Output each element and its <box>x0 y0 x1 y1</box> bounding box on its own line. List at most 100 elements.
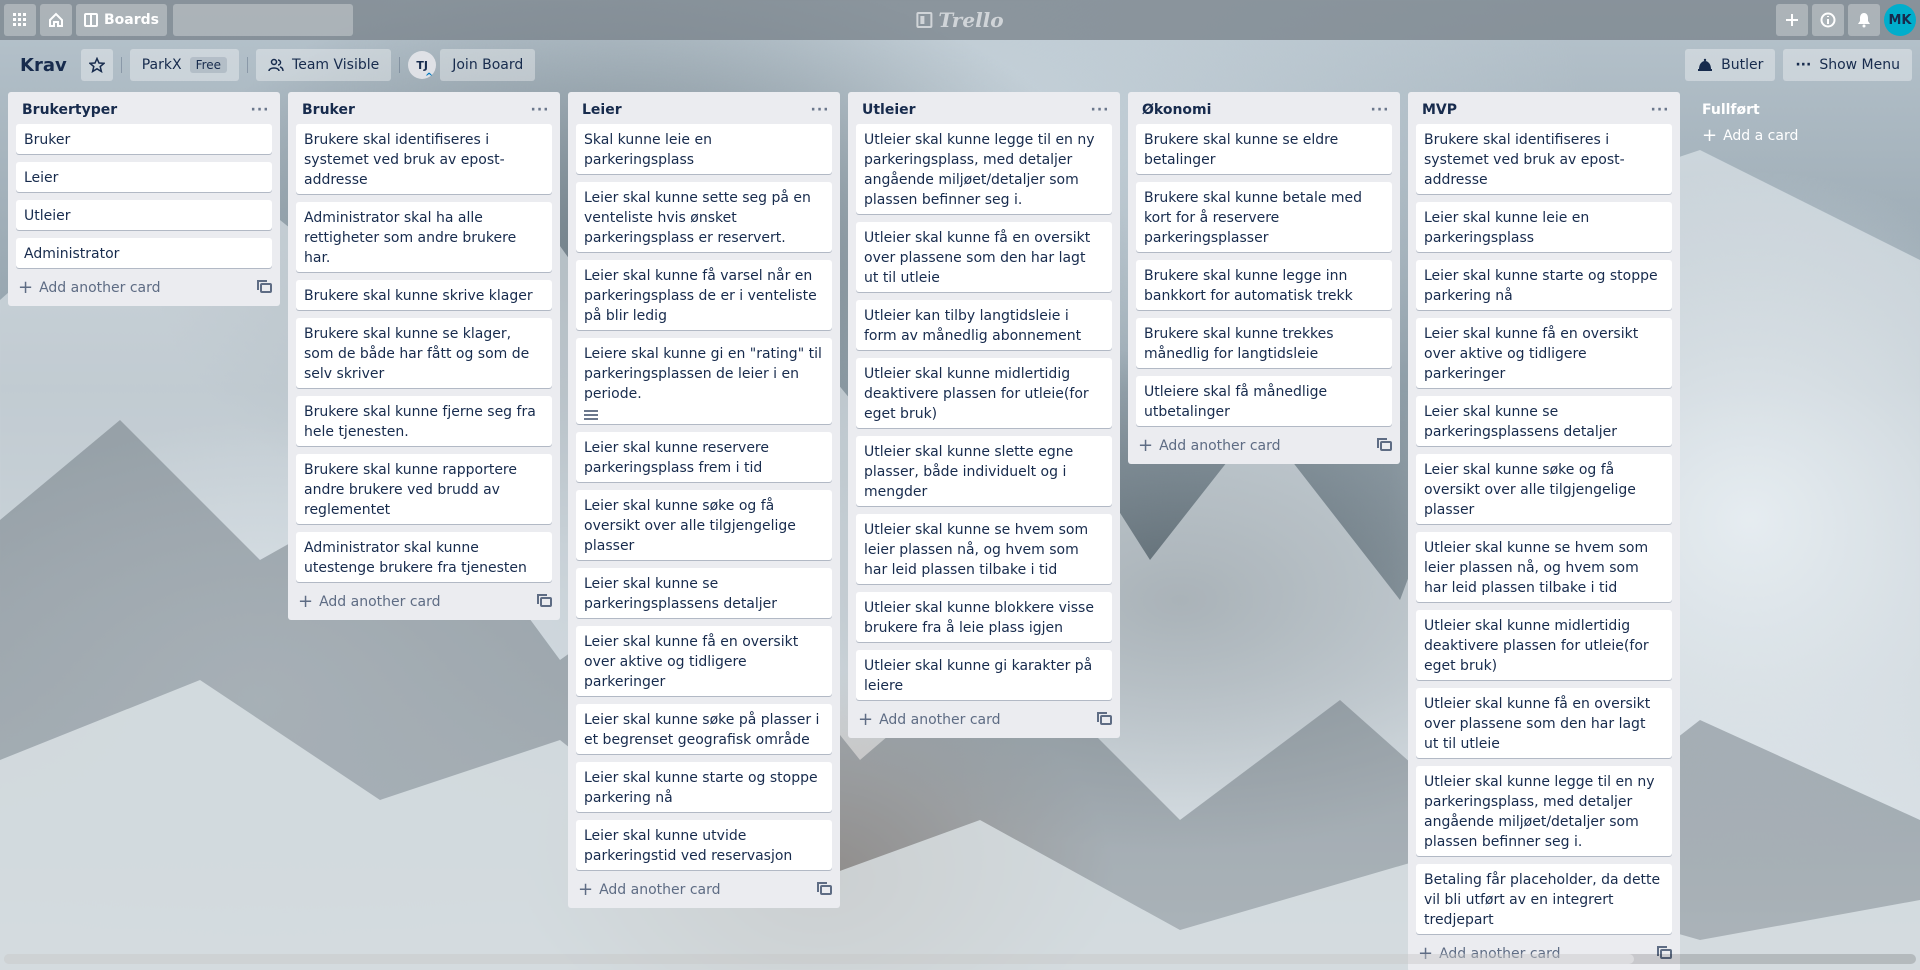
user-avatar[interactable]: MK <box>1884 4 1916 36</box>
card-template-icon[interactable] <box>1097 712 1112 725</box>
card[interactable]: Leier skal kunne søke og få oversikt ove… <box>1416 454 1672 524</box>
add-card-button[interactable]: + Add another card <box>298 593 441 611</box>
card[interactable]: Brukere skal identifiseres i systemet ve… <box>1416 124 1672 194</box>
card[interactable]: Betaling får placeholder, da dette vil b… <box>1416 864 1672 934</box>
horizontal-scrollbar[interactable] <box>4 954 1916 964</box>
member-avatar[interactable]: TJ <box>408 51 437 83</box>
list-title[interactable]: Brukertyper <box>22 102 117 118</box>
list-menu-icon[interactable]: ··· <box>808 102 832 118</box>
add-card-button[interactable]: + Add another card <box>1138 437 1281 455</box>
card[interactable]: Utleier skal kunne legge til en ny parke… <box>1416 766 1672 856</box>
card[interactable]: Leiere skal kunne gi en "rating" til par… <box>576 338 832 424</box>
card[interactable]: Leier skal kunne sette seg på en venteli… <box>576 182 832 252</box>
card[interactable]: Brukere skal kunne rapportere andre bruk… <box>296 454 552 524</box>
list-header: MVP ··· <box>1408 92 1680 124</box>
home-button[interactable] <box>40 4 72 36</box>
create-button[interactable] <box>1776 4 1808 36</box>
card[interactable]: Utleier skal kunne se hvem som leier pla… <box>1416 532 1672 602</box>
card-title: Brukere skal kunne skrive klager <box>304 288 533 304</box>
card[interactable]: Administrator skal kunne utestenge bruke… <box>296 532 552 582</box>
card[interactable]: Utleier skal kunne slette egne plasser, … <box>856 436 1112 506</box>
card[interactable]: Utleier skal kunne få en oversikt over p… <box>1416 688 1672 758</box>
card[interactable]: Leier skal kunne få en oversikt over akt… <box>1416 318 1672 388</box>
card[interactable]: Leier skal kunne leie en parkeringsplass <box>1416 202 1672 252</box>
apps-button[interactable] <box>4 4 36 36</box>
card[interactable]: Utleiere skal få månedlige utbetalinger <box>1136 376 1392 426</box>
card[interactable]: Brukere skal kunne legge inn bankkort fo… <box>1136 260 1392 310</box>
card[interactable]: Brukere skal kunne fjerne seg fra hele t… <box>296 396 552 446</box>
card[interactable]: Administrator <box>16 238 272 268</box>
card-title: Brukere skal kunne se eldre betalinger <box>1144 132 1339 168</box>
card-template-icon[interactable] <box>537 594 552 607</box>
card[interactable]: Brukere skal kunne betale med kort for å… <box>1136 182 1392 252</box>
card[interactable]: Utleier skal kunne blokkere visse bruker… <box>856 592 1112 642</box>
card-title: Brukere skal identifiseres i systemet ve… <box>304 132 505 188</box>
list-menu-icon[interactable]: ··· <box>1648 102 1672 118</box>
card[interactable]: Leier skal kunne se parkeringsplassens d… <box>576 568 832 618</box>
card[interactable]: Bruker <box>16 124 272 154</box>
card-template-icon[interactable] <box>257 280 272 293</box>
info-button[interactable] <box>1812 4 1844 36</box>
list-footer: + Add another card <box>568 878 840 906</box>
board-title[interactable]: Krav <box>20 55 67 76</box>
card[interactable]: Brukere skal kunne skrive klager <box>296 280 552 310</box>
join-board-button[interactable]: Join Board <box>440 49 536 81</box>
card[interactable]: Utleier skal kunne midlertidig deaktiver… <box>1416 610 1672 680</box>
card-title: Leier skal kunne reservere parkeringspla… <box>584 440 769 476</box>
card[interactable]: Brukere skal kunne se klager, som de båd… <box>296 318 552 388</box>
add-card-button[interactable]: + Add another card <box>18 279 161 297</box>
add-card-button[interactable]: + Add a card <box>1688 124 1920 152</box>
list-title[interactable]: Bruker <box>302 102 355 118</box>
card[interactable]: Brukere skal identifiseres i systemet ve… <box>296 124 552 194</box>
scrollbar-thumb[interactable] <box>4 954 1634 964</box>
card[interactable]: Utleier skal kunne gi karakter på leiere <box>856 650 1112 700</box>
card-list: Brukere skal kunne se eldre betalinger Br… <box>1128 124 1400 426</box>
card[interactable]: Utleier skal kunne få en oversikt over p… <box>856 222 1112 292</box>
trello-logo[interactable]: Trello <box>916 8 1004 32</box>
add-card-button[interactable]: + Add another card <box>578 881 721 899</box>
butler-button[interactable]: Butler <box>1685 49 1776 81</box>
card[interactable]: Leier skal kunne få en oversikt over akt… <box>576 626 832 696</box>
card-template-icon[interactable] <box>1377 438 1392 451</box>
list-title[interactable]: Leier <box>582 102 622 118</box>
search-input[interactable] <box>166 12 345 28</box>
add-card-button[interactable]: + Add another card <box>858 711 1001 729</box>
list-menu-icon[interactable]: ··· <box>1088 102 1112 118</box>
list-title[interactable]: Fullført <box>1702 102 1760 118</box>
card[interactable]: Utleier skal kunne midlertidig deaktiver… <box>856 358 1112 428</box>
card[interactable]: Leier skal kunne se parkeringsplassens d… <box>1416 396 1672 446</box>
card[interactable]: Leier skal kunne starte og stoppe parker… <box>576 762 832 812</box>
team-button[interactable]: ParkX Free <box>129 49 240 81</box>
card[interactable]: Leier skal kunne søke og få oversikt ove… <box>576 490 832 560</box>
card-title: Leier skal kunne utvide parkeringstid ve… <box>584 828 793 864</box>
visibility-button[interactable]: Team Visible <box>256 49 392 81</box>
notifications-button[interactable] <box>1848 4 1880 36</box>
list-title[interactable]: Utleier <box>862 102 916 118</box>
search-box[interactable] <box>166 4 353 36</box>
card-title: Leier skal kunne starte og stoppe parker… <box>584 770 818 806</box>
card[interactable]: Leier skal kunne starte og stoppe parker… <box>1416 260 1672 310</box>
list-title[interactable]: Økonomi <box>1142 102 1211 118</box>
card-template-icon[interactable] <box>817 882 832 895</box>
card[interactable]: Brukere skal kunne trekkes månedlig for … <box>1136 318 1392 368</box>
list-title[interactable]: MVP <box>1422 102 1457 118</box>
card[interactable]: Brukere skal kunne se eldre betalinger <box>1136 124 1392 174</box>
card[interactable]: Leier skal kunne reservere parkeringspla… <box>576 432 832 482</box>
card[interactable]: Leier skal kunne søke på plasser i et be… <box>576 704 832 754</box>
boards-button[interactable]: Boards <box>76 4 167 36</box>
card[interactable]: Leier <box>16 162 272 192</box>
list-menu-icon[interactable]: ··· <box>1368 102 1392 118</box>
card[interactable]: Utleier skal kunne se hvem som leier pla… <box>856 514 1112 584</box>
card[interactable]: Utleier skal kunne legge til en ny parke… <box>856 124 1112 214</box>
card[interactable]: Leier skal kunne få varsel når en parker… <box>576 260 832 330</box>
card-title: Brukere skal kunne rapportere andre bruk… <box>304 462 517 518</box>
show-menu-button[interactable]: ··· Show Menu <box>1783 49 1912 81</box>
card[interactable]: Utleier kan tilby langtidsleie i form av… <box>856 300 1112 350</box>
list-menu-icon[interactable]: ··· <box>528 102 552 118</box>
star-button[interactable] <box>80 49 113 81</box>
card[interactable]: Administrator skal ha alle rettigheter s… <box>296 202 552 272</box>
list-menu-icon[interactable]: ··· <box>248 102 272 118</box>
card[interactable]: Utleier <box>16 200 272 230</box>
card[interactable]: Skal kunne leie en parkeringsplass <box>576 124 832 174</box>
card[interactable]: Leier skal kunne utvide parkeringstid ve… <box>576 820 832 870</box>
